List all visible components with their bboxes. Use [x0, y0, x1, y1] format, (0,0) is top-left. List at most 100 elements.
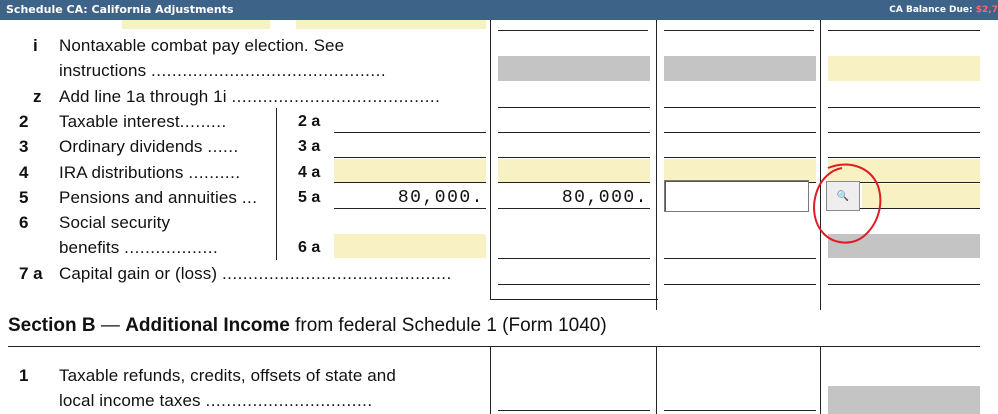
line-above-i-a [498, 30, 648, 31]
line-4-field-b[interactable] [664, 159, 816, 182]
balance-value: $2,7 [975, 5, 998, 15]
line-6-field-fed[interactable] [334, 234, 486, 258]
line-above-i-b [664, 30, 814, 31]
line-6-text2: benefits [59, 238, 120, 257]
line-4-field-c[interactable] [828, 159, 980, 182]
section-b-prefix: Section B [8, 315, 96, 336]
line-7a-number: 7 a [19, 264, 43, 283]
line-5-underline-fed [334, 208, 486, 209]
line-4-underline-a [498, 182, 650, 183]
line-5-underline-a [498, 208, 650, 209]
line-4-text: IRA distributions [59, 163, 184, 182]
line-3-dots: ...... [207, 137, 239, 156]
line-3-box: 3 a [298, 138, 321, 155]
line-5-box: 5 a [298, 189, 321, 206]
sb-line-1-label: Taxable refunds, credits, offsets of sta… [59, 366, 396, 385]
line-7a-field-c[interactable] [828, 284, 980, 285]
section-b-suffix: from federal Schedule 1 (Form 1040) [289, 315, 607, 336]
field-strip-top-2 [296, 20, 486, 29]
line-z-field-a[interactable] [498, 107, 650, 108]
section-b-rule [8, 346, 980, 347]
line-7a-label: Capital gain or (loss) .................… [59, 264, 487, 284]
line-7a-field-b[interactable] [664, 284, 816, 285]
line-2-field-fed[interactable] [334, 132, 486, 133]
line-3-field-b[interactable] [664, 157, 816, 158]
line-3-number: 3 [19, 137, 29, 156]
sb-col-divider-b [656, 347, 657, 414]
line-i-field-b [664, 56, 816, 81]
line-2-label: Taxable interest......... [59, 112, 273, 132]
line-5-input-b-field[interactable] [665, 181, 808, 211]
field-strip-top-1 [122, 20, 270, 29]
line-5-number: 5 [19, 188, 29, 207]
line-z-number: z [33, 87, 42, 106]
line-6-label: Social security [59, 213, 171, 232]
line-4-number: 4 [19, 163, 29, 182]
line-6-box: 6 a [298, 239, 321, 256]
line-4-field-fed[interactable] [334, 159, 486, 182]
line-2-text: Taxable interest [59, 112, 180, 131]
line-7a-text: Capital gain or (loss) [59, 264, 218, 283]
line-2-field-b[interactable] [664, 132, 816, 133]
line-5-dots: ... [241, 188, 258, 207]
line-3-field-c[interactable] [828, 157, 980, 158]
sb-line-1-field-b[interactable] [664, 410, 816, 411]
line-z-text: Add line 1a through 1i [59, 87, 227, 106]
line-3-field-a[interactable] [498, 157, 650, 158]
line-3-field-fed[interactable] [334, 157, 486, 158]
line-4-dots: .......... [188, 163, 241, 182]
line-2-number: 2 [19, 112, 29, 131]
sb-line-1-label-2: local income taxes .....................… [59, 391, 487, 411]
zoom-button[interactable]: 🔍 [826, 181, 860, 211]
sb-line-1-number: 1 [19, 366, 29, 385]
col-bottom-a [490, 299, 658, 300]
line-7a-dots: ........................................… [221, 264, 452, 283]
form-title: Schedule CA: California Adjustments [6, 3, 234, 16]
section-b-dash: — [95, 315, 126, 336]
line-4-field-a[interactable] [498, 159, 650, 182]
balance-due: CA Balance Due: $2,7 [889, 5, 998, 15]
line-z-label: Add line 1a through 1i .................… [59, 87, 487, 107]
line-i-field-c[interactable] [828, 56, 980, 81]
line-7a-field-a[interactable] [498, 284, 650, 285]
line-2-field-a[interactable] [498, 132, 650, 133]
line-i-dots: ........................................… [151, 61, 387, 80]
col-divider-c [820, 20, 821, 310]
line-z-field-c[interactable] [828, 107, 980, 108]
line-6-field-a[interactable] [498, 258, 650, 259]
col-divider-b [656, 20, 657, 310]
line-i-label-text2: instructions [59, 61, 147, 80]
line-5-field-c[interactable] [862, 184, 980, 208]
line-6-field-b[interactable] [664, 258, 816, 259]
line-5-input-b[interactable] [664, 180, 809, 212]
line-3-label: Ordinary dividends ...... [59, 137, 273, 157]
sb-line-1-field-a[interactable] [498, 410, 650, 411]
sb-line-1-dots: ................................ [205, 391, 373, 410]
sb-col-divider-a [490, 347, 491, 414]
line-5-value-fed[interactable]: 80,000. [334, 188, 484, 208]
sb-col-divider-c [820, 347, 821, 414]
line-2-box: 2 a [298, 113, 321, 130]
form-titlebar: Schedule CA: California Adjustments CA B… [0, 0, 998, 20]
line-box-divider [276, 108, 277, 260]
line-z-field-b[interactable] [664, 107, 816, 108]
section-b-heading: Section B — Additional Income from feder… [8, 314, 607, 338]
line-6-number: 6 [19, 213, 29, 232]
line-z-dots: ........................................ [231, 87, 441, 106]
line-4-label: IRA distributions .......... [59, 163, 273, 183]
line-5-value-a[interactable]: 80,000. [498, 188, 648, 208]
section-b-title: Additional Income [125, 315, 290, 336]
line-4-box: 4 a [298, 164, 321, 181]
line-5-label: Pensions and annuities ... [59, 188, 273, 208]
sb-line-1-field-c [828, 386, 980, 414]
col-divider-a [490, 20, 491, 300]
sb-line-1-text2: local income taxes [59, 391, 201, 410]
line-3-text: Ordinary dividends [59, 137, 203, 156]
magnifier-icon: 🔍 [836, 190, 850, 202]
line-6-dots: .................. [124, 238, 219, 257]
line-6-field-c [828, 234, 980, 258]
line-i-number: i [33, 36, 38, 55]
line-i-field-a [498, 56, 650, 81]
line-4-underline-fed [334, 182, 486, 183]
line-2-field-c[interactable] [828, 132, 980, 133]
